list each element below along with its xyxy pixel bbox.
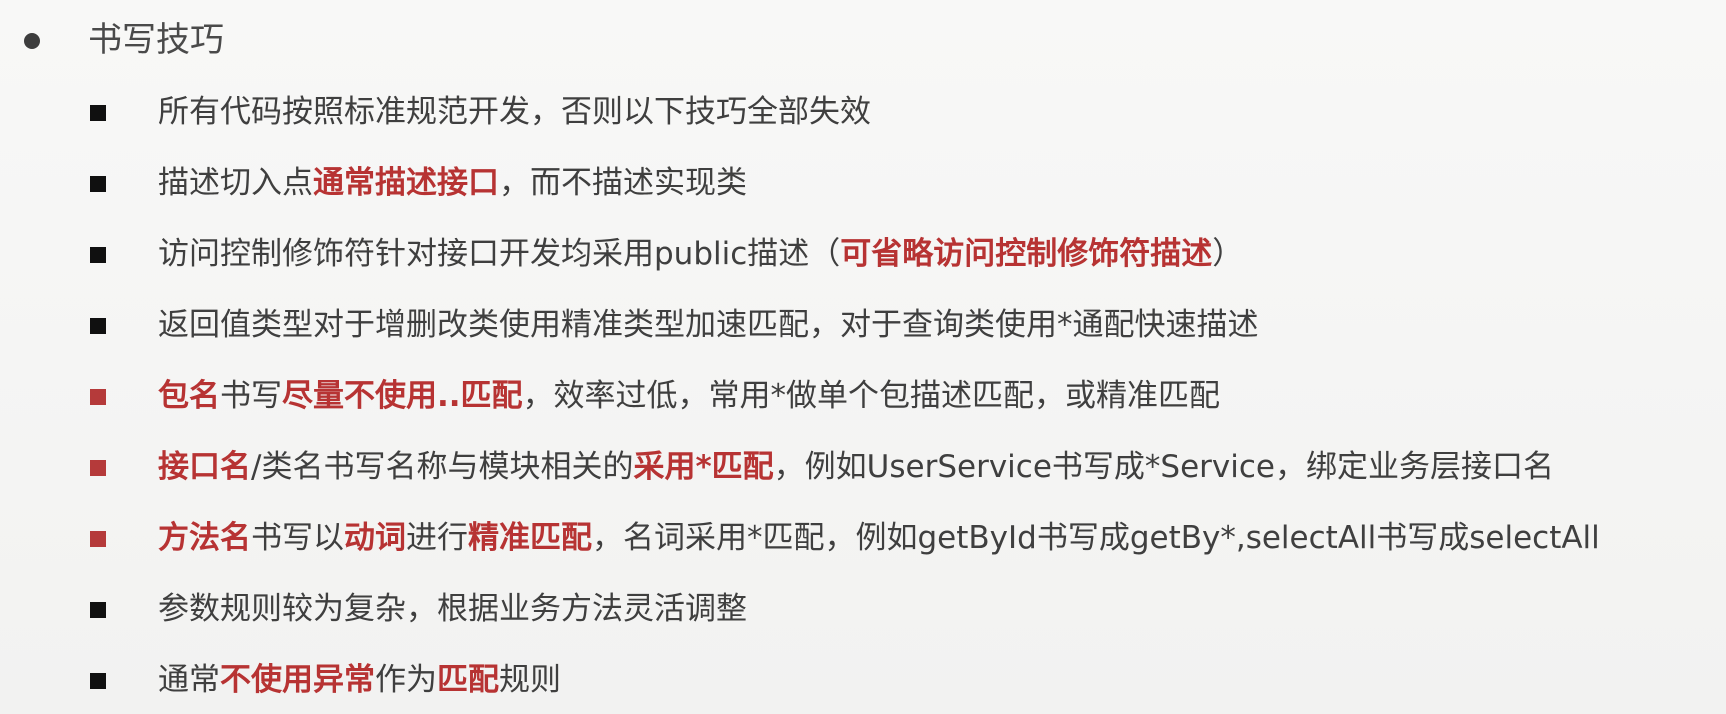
plain-text: 通常: [158, 662, 220, 698]
list-item-text: 方法名书写以动词进行精准匹配，名词采用*匹配，例如getById书写成getBy…: [158, 513, 1600, 563]
plain-text: ，效率过低，常用*做单个包描述匹配，或精准匹配: [522, 378, 1221, 414]
plain-text: 所有代码按照标准规范开发，否则以下技巧全部失效: [158, 94, 871, 130]
highlight-text: 尽量不使用..匹配: [282, 378, 523, 414]
highlight-text: 匹配: [437, 662, 499, 698]
list-item-text: 包名书写尽量不使用..匹配，效率过低，常用*做单个包描述匹配，或精准匹配: [158, 371, 1220, 421]
square-bullet-icon: [90, 389, 106, 405]
list-item: 访问控制修饰符针对接口开发均采用public描述（可省略访问控制修饰符描述）: [90, 229, 1720, 300]
tips-list: 所有代码按照标准规范开发，否则以下技巧全部失效 描述切入点通常描述接口，而不描述实…: [90, 87, 1720, 714]
highlight-text: 方法名: [158, 520, 251, 556]
highlight-text: 不使用异常: [220, 662, 375, 698]
plain-text: ）: [1212, 236, 1244, 272]
list-item: 所有代码按照标准规范开发，否则以下技巧全部失效: [90, 87, 1720, 158]
list-item: 返回值类型对于增删改类使用精准类型加速匹配，对于查询类使用*通配快速描述: [90, 300, 1720, 371]
plain-text: 书写: [220, 378, 282, 414]
highlight-text: 动词: [344, 520, 406, 556]
plain-text: ，名词采用*匹配，例如getById书写成getBy*,selectAll书写成…: [592, 520, 1600, 556]
plain-text: 返回值类型对于增删改类使用精准类型加速匹配，对于查询类使用*通配快速描述: [158, 307, 1259, 343]
plain-text: 描述切入点: [158, 165, 313, 201]
square-bullet-icon: [90, 247, 106, 263]
plain-text: ，例如UserService书写成*Service，绑定业务层接口名: [773, 449, 1554, 485]
plain-text: 进行: [406, 520, 468, 556]
square-bullet-icon: [90, 602, 106, 618]
square-bullet-icon: [90, 105, 106, 121]
highlight-text: 采用*匹配: [633, 449, 774, 485]
list-item-text: 参数规则较为复杂，根据业务方法灵活调整: [158, 584, 747, 634]
square-bullet-icon: [90, 460, 106, 476]
square-bullet-icon: [90, 673, 106, 689]
square-bullet-icon: [90, 176, 106, 192]
list-item: 包名书写尽量不使用..匹配，效率过低，常用*做单个包描述匹配，或精准匹配: [90, 371, 1720, 442]
list-item-text: 返回值类型对于增删改类使用精准类型加速匹配，对于查询类使用*通配快速描述: [158, 300, 1259, 350]
list-item: 接口名/类名书写名称与模块相关的采用*匹配，例如UserService书写成*S…: [90, 442, 1720, 513]
list-item: 方法名书写以动词进行精准匹配，名词采用*匹配，例如getById书写成getBy…: [90, 513, 1720, 584]
list-item-text: 通常不使用异常作为匹配规则: [158, 655, 561, 705]
highlight-text: 精准匹配: [468, 520, 592, 556]
plain-text: 参数规则较为复杂，根据业务方法灵活调整: [158, 591, 747, 627]
slide: 书写技巧 所有代码按照标准规范开发，否则以下技巧全部失效 描述切入点通常描述接口，…: [0, 0, 1726, 714]
plain-text: ，而不描述实现类: [499, 165, 747, 201]
plain-text: /类名书写名称与模块相关的: [251, 449, 634, 485]
plain-text: 作为: [375, 662, 437, 698]
section-heading: 书写技巧: [88, 20, 224, 60]
plain-text: 规则: [499, 662, 561, 698]
plain-text: 访问控制修饰符针对接口开发均采用public描述（: [158, 236, 841, 272]
list-item: 参数规则较为复杂，根据业务方法灵活调整: [90, 584, 1720, 655]
plain-text: 书写以: [251, 520, 344, 556]
list-item-text: 接口名/类名书写名称与模块相关的采用*匹配，例如UserService书写成*S…: [158, 442, 1554, 492]
list-item: 通常不使用异常作为匹配规则: [90, 655, 1720, 714]
highlight-text: 可省略访问控制修饰符描述: [840, 236, 1213, 272]
bullet-dot-icon: [24, 33, 40, 49]
square-bullet-icon: [90, 318, 106, 334]
highlight-text: 包名: [158, 378, 220, 414]
square-bullet-icon: [90, 531, 106, 547]
highlight-text: 通常描述接口: [313, 165, 499, 201]
list-item-text: 访问控制修饰符针对接口开发均采用public描述（可省略访问控制修饰符描述）: [158, 229, 1243, 279]
list-item: 描述切入点通常描述接口，而不描述实现类: [90, 158, 1720, 229]
list-item-text: 所有代码按照标准规范开发，否则以下技巧全部失效: [158, 87, 871, 137]
list-item-text: 描述切入点通常描述接口，而不描述实现类: [158, 158, 747, 208]
highlight-text: 接口名: [158, 449, 251, 485]
